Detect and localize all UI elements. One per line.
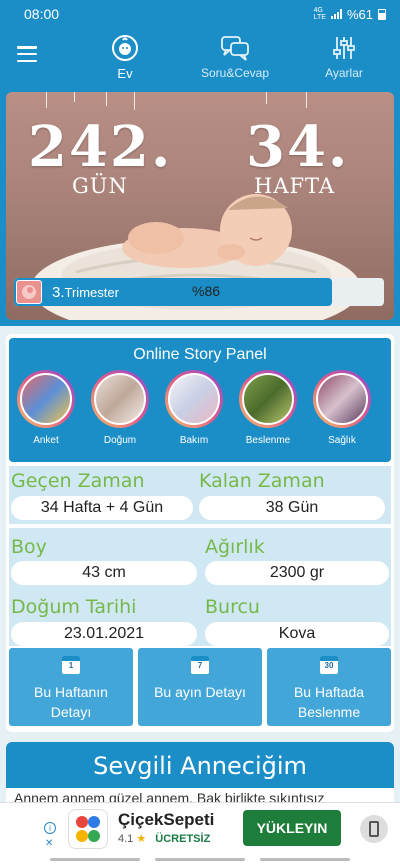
detail-buttons: 1 Bu Haftanın Detayı 7 Bu ayın Detayı 30… <box>6 648 394 726</box>
weight-value: 2300 gr <box>205 561 389 585</box>
story-label: Doğum <box>103 435 137 446</box>
sliders-icon <box>333 37 355 59</box>
calendar-icon: 30 <box>320 656 338 674</box>
zodiac-title: Burcu <box>205 596 260 618</box>
story-item-anket[interactable]: Anket <box>9 370 83 446</box>
story-list: Anket Doğum Bakım Beslenme Sağlık <box>9 370 391 446</box>
trimester-progress: 3.Trimester %86 <box>14 278 384 306</box>
height-title: Boy <box>11 536 47 558</box>
hero-image: 242. GÜN 34. HAFTA 3.Trimester %86 <box>6 92 394 320</box>
letter-title: Sevgili Anneciğim <box>6 742 394 788</box>
story-thumb-dogum <box>94 373 146 425</box>
calendar-icon: 7 <box>191 656 209 674</box>
phone-icon[interactable] <box>360 815 388 843</box>
remaining-value: 38 Gün <box>199 496 385 520</box>
remaining-time: Kalan Zaman 38 Gün <box>199 470 385 520</box>
story-item-beslenme[interactable]: Beslenme <box>231 370 305 446</box>
tab-home-label: Ev <box>117 66 133 81</box>
ad-app-name: ÇiçekSepeti <box>118 810 215 829</box>
ad-banner[interactable]: i ✕ ÇiçekSepeti 4.1 ★ ÜCRETSİZ YÜKLEYIN <box>0 802 400 854</box>
story-label: Beslenme <box>245 435 291 446</box>
chat-bubbles-icon <box>221 36 249 61</box>
story-panel: Online Story Panel Anket Doğum Bakım Bes… <box>9 338 391 462</box>
ad-info-icon[interactable]: i <box>44 822 56 834</box>
ad-install-button[interactable]: YÜKLEYIN <box>243 810 341 846</box>
height-stat: Boy 43 cm <box>11 536 197 585</box>
week-detail-button[interactable]: 1 Bu Haftanın Detayı <box>9 648 133 726</box>
tab-settings[interactable]: Ayarlar <box>312 34 376 80</box>
week-nutrition-button[interactable]: 30 Bu Haftada Beslenme <box>267 648 391 726</box>
story-thumb-anket <box>20 373 72 425</box>
month-detail-label: Bu ayın Detayı <box>154 684 246 700</box>
week-nutrition-label: Bu Haftada Beslenme <box>293 684 365 720</box>
ad-meta: 4.1 ★ ÜCRETSİZ <box>118 832 210 845</box>
story-item-dogum[interactable]: Doğum <box>83 370 157 446</box>
pregnancy-stats: Geçen Zaman 34 Hafta + 4 Gün Kalan Zaman… <box>9 466 391 592</box>
status-bar: 08:00 4G LTE %61 <box>0 0 400 28</box>
story-thumb-saglik <box>316 373 368 425</box>
ad-close-icon[interactable]: ✕ <box>45 838 53 849</box>
calendar-icon: 1 <box>62 656 80 674</box>
baby-face-icon <box>112 35 138 61</box>
trimester-percent: %86 <box>192 283 221 299</box>
hero-section: 242. GÜN 34. HAFTA 3.Trimester %86 <box>0 84 400 326</box>
network-icon: 4G LTE <box>313 7 326 21</box>
tab-settings-label: Ayarlar <box>325 66 363 80</box>
tab-home[interactable]: Ev <box>105 34 145 81</box>
trimester-text: Trimester <box>64 285 119 300</box>
signal-icon <box>330 9 342 19</box>
elapsed-value: 34 Hafta + 4 Gün <box>11 496 193 520</box>
month-detail-button[interactable]: 7 Bu ayın Detayı <box>138 648 262 726</box>
height-value: 43 cm <box>11 561 197 585</box>
story-thumb-beslenme <box>242 373 294 425</box>
story-label: Sağlık <box>328 435 356 446</box>
story-item-bakim[interactable]: Bakım <box>157 370 231 446</box>
menu-icon[interactable] <box>17 46 37 62</box>
battery-icon <box>378 8 386 20</box>
ad-rating: 4.1 <box>118 833 134 845</box>
gesture-bar <box>0 854 400 866</box>
trimester-label: 3.Trimester <box>52 284 119 301</box>
letter-card[interactable]: Sevgili Anneciğim Annem annem güzel anne… <box>6 742 394 802</box>
elapsed-title: Geçen Zaman <box>11 470 145 492</box>
top-nav: Ev Soru&Cevap Ayarlar <box>0 28 400 84</box>
battery-percent: %61 <box>346 6 373 22</box>
letter-text: Annem annem güzel annem. Bak birlikte sı… <box>14 790 325 802</box>
weight-stat: Ağırlık 2300 gr <box>205 536 389 585</box>
story-thumb-bakim <box>168 373 220 425</box>
weight-title: Ağırlık <box>205 536 265 558</box>
birth-date-title: Doğum Tarihi <box>11 596 137 618</box>
story-item-saglik[interactable]: Sağlık <box>305 370 379 446</box>
status-time: 08:00 <box>24 6 60 22</box>
tab-questions[interactable]: Soru&Cevap <box>190 34 280 80</box>
week-detail-label: Bu Haftanın Detayı <box>34 684 108 720</box>
pregnancy-summary-card: Online Story Panel Anket Doğum Bakım Bes… <box>6 334 394 732</box>
status-icons: 4G LTE %61 <box>314 7 386 22</box>
trimester-number: 3. <box>52 284 65 301</box>
tab-questions-label: Soru&Cevap <box>200 66 270 80</box>
embryo-icon <box>16 280 42 304</box>
ad-app-logo <box>68 809 108 849</box>
star-icon: ★ <box>136 833 147 845</box>
zodiac: Burcu Kova <box>205 596 389 646</box>
ad-price: ÜCRETSİZ <box>155 833 211 845</box>
birth-stats: Doğum Tarihi 23.01.2021 Burcu Kova <box>9 592 391 646</box>
birth-date-value: 23.01.2021 <box>11 622 197 646</box>
birth-date: Doğum Tarihi 23.01.2021 <box>11 596 197 646</box>
story-label: Anket <box>33 435 59 446</box>
remaining-title: Kalan Zaman <box>199 470 325 492</box>
story-label: Bakım <box>179 435 209 446</box>
story-panel-title: Online Story Panel <box>133 346 267 363</box>
zodiac-value: Kova <box>205 622 389 646</box>
elapsed-time: Geçen Zaman 34 Hafta + 4 Gün <box>11 470 193 520</box>
